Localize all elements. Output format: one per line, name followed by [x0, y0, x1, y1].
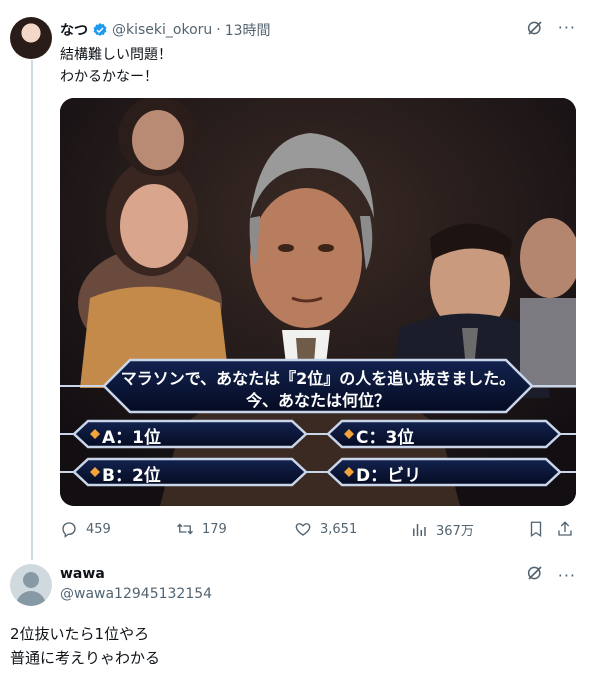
reply-text: 2位抜いたら1位やろ 普通に考えりゃわかる: [10, 622, 160, 670]
reply-grok-icon[interactable]: [526, 564, 544, 586]
separator-dot: ·: [216, 22, 221, 38]
reply-top-icons: ···: [526, 564, 576, 586]
reply-author-handle[interactable]: @wawa12945132154: [60, 586, 212, 602]
share-icon: [558, 521, 572, 536]
bookmark-button[interactable]: [527, 520, 545, 538]
views-count: 367万: [436, 524, 474, 539]
quiz-answer-a: A：1位: [102, 428, 161, 448]
reply-button[interactable]: 459: [60, 520, 111, 538]
reply-icon: [62, 522, 76, 538]
retweet-count: 179: [202, 521, 227, 537]
quiz-answer-c: C：3位: [356, 428, 415, 448]
tweet-text: 結構難しい問題！ わかるかなー！: [60, 44, 560, 88]
views-button[interactable]: 367万: [410, 520, 474, 539]
reply-more-options-icon[interactable]: ···: [558, 566, 576, 585]
bookmark-icon: [530, 521, 542, 538]
reply-text-line-2: 普通に考えりゃわかる: [10, 649, 161, 667]
reply-avatar-default-icon[interactable]: [10, 564, 52, 606]
tweet-header: なつ @kiseki_okoru · 13時間: [60, 19, 271, 41]
reply-count: 459: [86, 521, 111, 537]
timestamp[interactable]: 13時間: [225, 20, 271, 40]
verified-badge-icon: [92, 22, 108, 38]
reply-text-line-1: 2位抜いたら1位やろ: [10, 625, 150, 643]
tweet-media-image[interactable]: マラソンで、あなたは『2位』の人を追い抜きました。 今、あなたは何位？ A：1位…: [60, 98, 576, 506]
tweet-actions: 459 179 3,651 367万: [60, 520, 580, 540]
like-button[interactable]: 3,651: [294, 520, 357, 538]
tweet-text-line-2: わかるかなー！: [60, 69, 158, 85]
quiz-question: マラソンで、あなたは『2位』の人を追い抜きました。 今、あなたは何位？: [60, 368, 576, 412]
quiz-question-line-2: 今、あなたは何位？: [245, 391, 390, 410]
reply-author-name[interactable]: wawa: [60, 566, 105, 582]
tweet-top-icons: ···: [526, 18, 576, 37]
views-chart-icon: [413, 523, 426, 536]
tweet-text-line-1: 結構難しい問題！: [60, 47, 172, 63]
share-button[interactable]: [556, 520, 574, 538]
grok-icon[interactable]: [526, 19, 544, 37]
author-name[interactable]: なつ: [60, 20, 88, 40]
author-handle[interactable]: @kiseki_okoru: [112, 22, 212, 38]
thread-line: [31, 60, 33, 560]
quiz-answer-d: D：ビリ: [356, 466, 422, 486]
like-count: 3,651: [320, 521, 358, 537]
more-options-icon[interactable]: ···: [558, 18, 576, 37]
retweet-icon: [177, 523, 193, 535]
author-avatar[interactable]: [10, 17, 52, 59]
quiz-answer-b: B：2位: [102, 466, 161, 486]
heart-icon: [295, 523, 311, 536]
retweet-button[interactable]: 179: [176, 520, 227, 538]
quiz-question-line-1: マラソンで、あなたは『2位』の人を追い抜きました。: [120, 369, 516, 388]
